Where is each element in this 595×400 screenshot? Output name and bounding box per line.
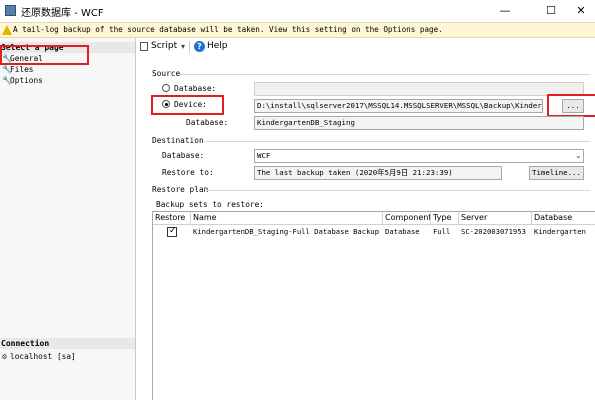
source-database-dropdown[interactable]	[254, 82, 584, 96]
chevron-down-icon[interactable]: ▾	[181, 42, 185, 51]
restore-checkbox[interactable]: ✓	[167, 226, 177, 237]
destination-database-dropdown[interactable]: WCF	[254, 149, 584, 163]
title-bar: 还原数据库 - WCF — ☐ ✕	[0, 0, 595, 22]
restore-plan-divider	[206, 190, 590, 191]
connection-header: Connection	[0, 338, 135, 349]
wrench-icon: 🔧	[2, 76, 12, 85]
connection-value: localhost [sa]	[10, 352, 76, 361]
server-icon: ⚙	[2, 352, 7, 361]
left-pane: Select a page 🔧General 🔧Files 🔧Options C…	[0, 38, 136, 400]
database-radio-label: Database:	[174, 84, 217, 93]
destination-database-label: Database:	[162, 151, 205, 160]
wrench-icon: 🔧	[2, 65, 12, 74]
source-database-label: Database:	[186, 118, 229, 127]
chevron-down-icon[interactable]: ⌄	[575, 151, 582, 160]
page-files[interactable]: 🔧Files	[2, 64, 33, 75]
warning-text: A tail-log backup of the source database…	[13, 25, 443, 34]
source-section-label: Source	[152, 69, 181, 78]
restore-cell: ✓	[153, 225, 191, 239]
destination-divider	[204, 141, 590, 142]
database-cell: Kindergarten	[534, 227, 586, 236]
column-header-database[interactable]: Database	[532, 212, 595, 225]
maximize-button[interactable]: ☐	[536, 2, 566, 20]
warning-bar: A tail-log backup of the source database…	[0, 22, 595, 38]
column-header-name[interactable]: Name	[191, 212, 383, 225]
script-icon	[140, 42, 148, 51]
column-header-type[interactable]: Type	[431, 212, 459, 225]
page-files-label: Files	[10, 65, 34, 74]
highlight-box-general	[0, 45, 89, 65]
column-header-restore[interactable]: Restore	[153, 212, 191, 225]
table-row[interactable]: ✓ KindergartenDB_Staging-Full Database B…	[153, 225, 595, 239]
minimize-button[interactable]: —	[490, 2, 520, 20]
device-path-field[interactable]: D:\install\sqlserver2017\MSSQL14.MSSQLSE…	[254, 99, 543, 113]
help-button[interactable]: Help	[207, 41, 228, 51]
restore-to-field: The last backup taken (2020年5月9日 21:23:3…	[254, 166, 502, 180]
source-database-field[interactable]: KindergartenDB_Staging	[254, 116, 584, 130]
script-button[interactable]: Script	[151, 41, 177, 51]
timeline-button[interactable]: Timeline...	[529, 166, 584, 180]
checkmark-icon: ✓	[169, 226, 177, 236]
destination-section-label: Destination	[152, 136, 204, 145]
restore-to-label: Restore to:	[162, 168, 214, 177]
highlight-box-device	[151, 95, 224, 115]
app-icon	[5, 5, 16, 16]
source-divider	[180, 74, 590, 75]
column-header-server[interactable]: Server	[459, 212, 532, 225]
window-title: 还原数据库 - WCF	[21, 8, 104, 19]
restore-plan-section-label: Restore plan	[152, 185, 209, 194]
page-options-label: Options	[10, 76, 43, 85]
page-options[interactable]: 🔧Options	[2, 75, 43, 86]
highlight-box-browse	[547, 94, 595, 117]
database-radio[interactable]	[162, 84, 170, 92]
column-header-component[interactable]: Component	[383, 212, 431, 225]
server-cell: SC-202003071953	[461, 227, 526, 236]
component-cell: Database	[385, 227, 420, 236]
backup-sets-label: Backup sets to restore:	[156, 200, 264, 209]
connection-item: ⚙ localhost [sa]	[2, 351, 76, 362]
help-icon: ?	[194, 41, 205, 52]
type-cell: Full	[433, 227, 451, 236]
destination-database-value: WCF	[257, 151, 271, 160]
close-button[interactable]: ✕	[566, 2, 595, 20]
backup-sets-grid: Restore Name Component Type Server Datab…	[152, 211, 595, 400]
warning-icon	[2, 25, 12, 35]
toolbar-separator	[189, 41, 190, 53]
name-cell: KindergartenDB_Staging-Full Database Bac…	[193, 227, 380, 236]
